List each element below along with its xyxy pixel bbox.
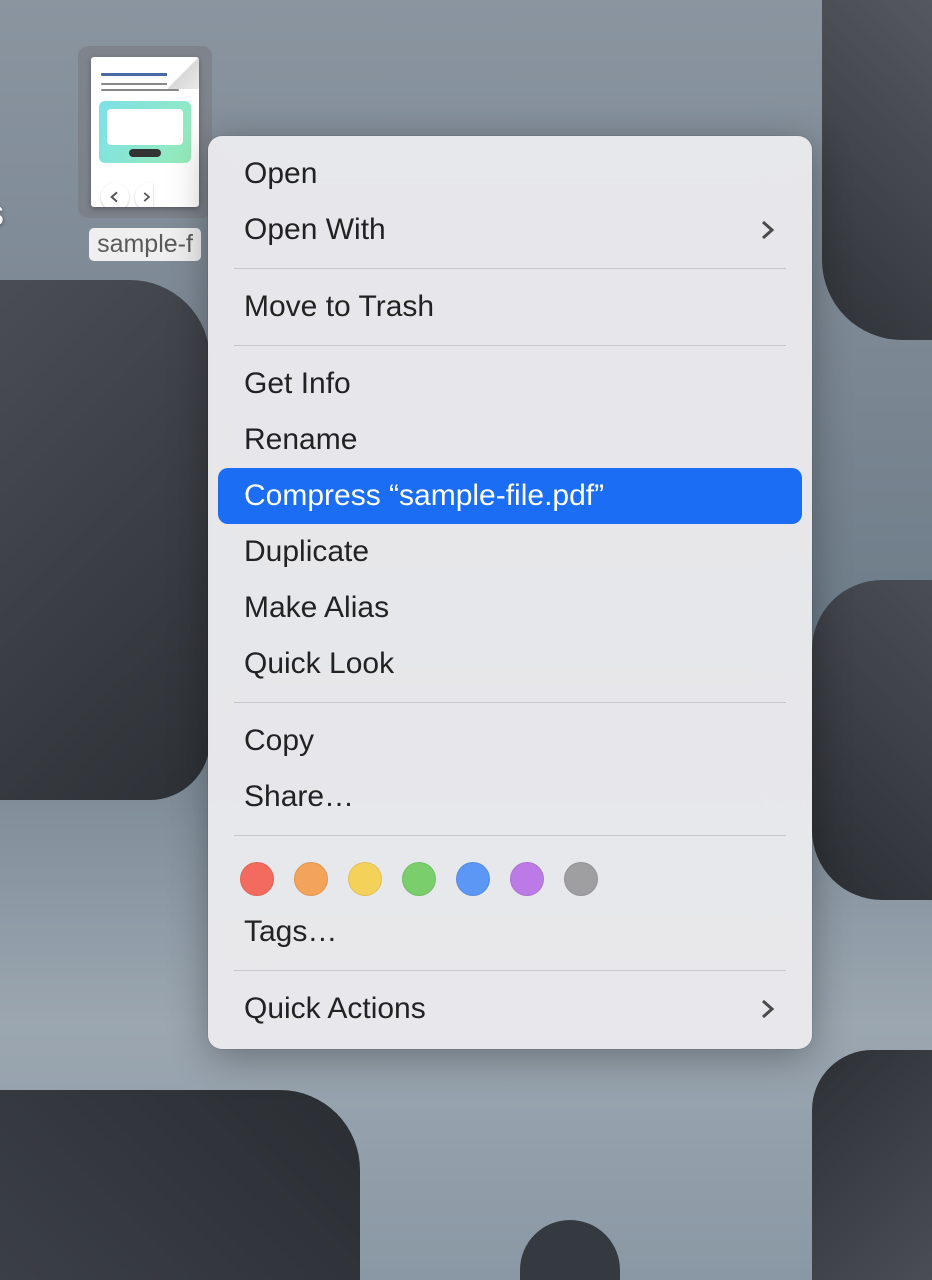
menu-duplicate[interactable]: Duplicate — [218, 524, 802, 580]
thumb-detail — [101, 73, 171, 76]
menu-label: Make Alias — [244, 591, 389, 625]
chevron-right-icon — [760, 997, 776, 1021]
wallpaper-rock — [0, 280, 210, 800]
menu-copy[interactable]: Copy — [218, 713, 802, 769]
menu-label: Move to Trash — [244, 290, 434, 324]
tag-green[interactable] — [402, 862, 436, 896]
menu-label: Open With — [244, 213, 386, 247]
menu-separator — [234, 702, 786, 703]
menu-tags[interactable]: Tags… — [218, 904, 802, 960]
tag-orange[interactable] — [294, 862, 328, 896]
menu-label: Rename — [244, 423, 357, 457]
file-label[interactable]: sample-f — [89, 228, 201, 261]
context-menu: Open Open With Move to Trash Get Info Re… — [208, 136, 812, 1049]
tag-color-row — [208, 846, 812, 904]
menu-open-with[interactable]: Open With — [218, 202, 802, 258]
tag-yellow[interactable] — [348, 862, 382, 896]
menu-label: Quick Actions — [244, 992, 426, 1026]
tag-purple[interactable] — [510, 862, 544, 896]
wallpaper-rock — [812, 580, 932, 900]
wallpaper-rock — [812, 1050, 932, 1280]
tag-blue[interactable] — [456, 862, 490, 896]
tag-gray[interactable] — [564, 862, 598, 896]
menu-quick-look[interactable]: Quick Look — [218, 636, 802, 692]
back-arrow-icon — [101, 183, 129, 207]
thumb-detail — [99, 101, 191, 163]
menu-quick-actions[interactable]: Quick Actions — [218, 981, 802, 1037]
menu-share[interactable]: Share… — [218, 769, 802, 825]
menu-make-alias[interactable]: Make Alias — [218, 580, 802, 636]
cropped-text: s — [0, 192, 4, 234]
menu-separator — [234, 970, 786, 971]
menu-rename[interactable]: Rename — [218, 412, 802, 468]
menu-move-to-trash[interactable]: Move to Trash — [218, 279, 802, 335]
wallpaper-rock — [822, 0, 932, 340]
menu-separator — [234, 268, 786, 269]
menu-compress[interactable]: Compress “sample-file.pdf” — [218, 468, 802, 524]
menu-separator — [234, 835, 786, 836]
selection-background — [78, 46, 212, 218]
menu-label: Open — [244, 157, 317, 191]
wallpaper-rock — [0, 1090, 360, 1280]
menu-label: Quick Look — [244, 647, 394, 681]
forward-arrow-icon — [135, 183, 153, 207]
chevron-right-icon — [760, 218, 776, 242]
menu-label: Compress “sample-file.pdf” — [244, 479, 604, 513]
menu-label: Share… — [244, 780, 354, 814]
menu-open[interactable]: Open — [218, 146, 802, 202]
tag-red[interactable] — [240, 862, 274, 896]
file-thumbnail — [91, 57, 199, 207]
menu-label: Copy — [244, 724, 314, 758]
page-fold-icon — [167, 57, 199, 89]
desktop-file-pdf[interactable]: sample-f — [78, 46, 212, 261]
menu-get-info[interactable]: Get Info — [218, 356, 802, 412]
thumb-detail — [101, 89, 179, 91]
menu-label: Get Info — [244, 367, 351, 401]
quicklook-nav — [101, 183, 153, 207]
menu-label: Tags… — [244, 915, 337, 949]
wallpaper-rock — [520, 1220, 620, 1280]
menu-label: Duplicate — [244, 535, 369, 569]
menu-separator — [234, 345, 786, 346]
